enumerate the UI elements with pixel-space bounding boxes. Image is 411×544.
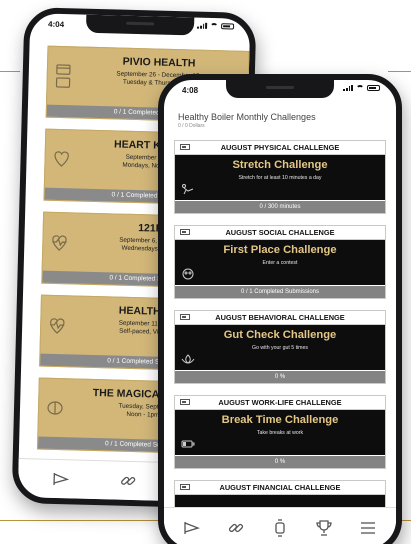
challenge-category: AUGUST FINANCIAL CHALLENGE: [219, 483, 341, 492]
challenge-name: Break Time Challenge: [221, 414, 339, 426]
signal-icon: [343, 85, 353, 91]
program-title: PIVIO HEALTH: [122, 55, 196, 70]
status-time: 4:04: [47, 19, 65, 30]
accent-line-top: [0, 71, 20, 72]
challenge-body: First Place Challenge Enter a contest: [175, 240, 385, 285]
heartbeat-icon: [52, 235, 67, 251]
lotus-icon: [181, 354, 195, 364]
link-icon[interactable]: [117, 470, 140, 493]
canvas: 4:04 PIVIO HEALTH September 26 - Decembe…: [0, 0, 411, 544]
notch: [226, 80, 334, 98]
challenge-category: AUGUST WORK-LIFE CHALLENGE: [218, 398, 342, 407]
front-phone: 4:08 Healthy Boiler Monthly Challenges 0…: [158, 74, 402, 544]
wifi-icon: [210, 22, 219, 30]
challenge-description: Take breaks at work: [256, 430, 304, 436]
challenge-header: AUGUST WORK-LIFE CHALLENGE: [175, 396, 385, 410]
battery-icon: [181, 440, 195, 448]
battery-icon: [367, 85, 380, 91]
wifi-icon: [356, 85, 364, 91]
stretch-icon: [182, 184, 194, 195]
challenge-body: Break Time Challenge Take breaks at work: [175, 410, 385, 455]
heart-icon: [54, 151, 69, 167]
challenge-body: Stretch Challenge Stretch for at least 1…: [175, 155, 385, 200]
tab-bar: [164, 507, 396, 544]
status-time: 4:08: [182, 86, 199, 95]
brain-icon: [47, 401, 63, 415]
challenge-progress: 0 / 300 minutes: [175, 201, 385, 213]
challenge-card[interactable]: AUGUST SOCIAL CHALLENGE First Place Chal…: [174, 225, 386, 299]
challenge-progress: 0 %: [175, 371, 385, 383]
link-icon[interactable]: [225, 517, 247, 539]
challenge-body: Gut Check Challenge Go with your gut 5 t…: [175, 325, 385, 370]
battery-icon: [221, 23, 235, 30]
menu-icon[interactable]: [357, 517, 379, 539]
challenges-flag-icon[interactable]: [50, 468, 73, 491]
calendar-icon: [55, 64, 71, 88]
signal-icon: [197, 22, 208, 29]
challenge-progress: 0 %: [175, 456, 385, 468]
challenge-card[interactable]: AUGUST BEHAVIORAL CHALLENGE Gut Check Ch…: [174, 310, 386, 384]
heartbeat-icon: [50, 318, 65, 334]
page-subtitle: 0 / 0 Dollars: [178, 123, 205, 129]
challenge-name: First Place Challenge: [223, 244, 337, 256]
people-icon: [182, 268, 194, 280]
status-icons: [343, 85, 380, 91]
notch: [85, 14, 195, 36]
challenge-category: AUGUST BEHAVIORAL CHALLENGE: [215, 313, 345, 322]
accent-line-top-right: [388, 71, 411, 72]
challenge-progress: 0 / 1 Completed Submissions: [175, 286, 385, 298]
trophy-icon[interactable]: [313, 517, 335, 539]
watch-icon[interactable]: [269, 517, 291, 539]
accent-line-bottom: [0, 520, 160, 521]
status-icons: [197, 22, 235, 30]
challenge-header: AUGUST BEHAVIORAL CHALLENGE: [175, 311, 385, 325]
challenge-name: Gut Check Challenge: [223, 329, 337, 341]
challenge-category: AUGUST PHYSICAL CHALLENGE: [220, 143, 340, 152]
challenge-header: AUGUST SOCIAL CHALLENGE: [175, 226, 385, 240]
page-title: Healthy Boiler Monthly Challenges: [178, 112, 316, 122]
challenge-name: Stretch Challenge: [232, 159, 328, 171]
challenge-description: Stretch for at least 10 minutes a day: [238, 175, 322, 181]
challenge-header: AUGUST PHYSICAL CHALLENGE: [175, 141, 385, 155]
challenge-list: AUGUST PHYSICAL CHALLENGE Stretch Challe…: [174, 140, 386, 540]
challenges-flag-icon[interactable]: [181, 517, 203, 539]
challenge-card[interactable]: AUGUST WORK-LIFE CHALLENGE Break Time Ch…: [174, 395, 386, 469]
challenge-category: AUGUST SOCIAL CHALLENGE: [225, 228, 335, 237]
challenge-header: AUGUST FINANCIAL CHALLENGE: [175, 481, 385, 495]
challenge-card[interactable]: AUGUST PHYSICAL CHALLENGE Stretch Challe…: [174, 140, 386, 214]
challenge-description: Go with your gut 5 times: [252, 345, 308, 351]
challenge-description: Enter a contest: [262, 260, 298, 266]
